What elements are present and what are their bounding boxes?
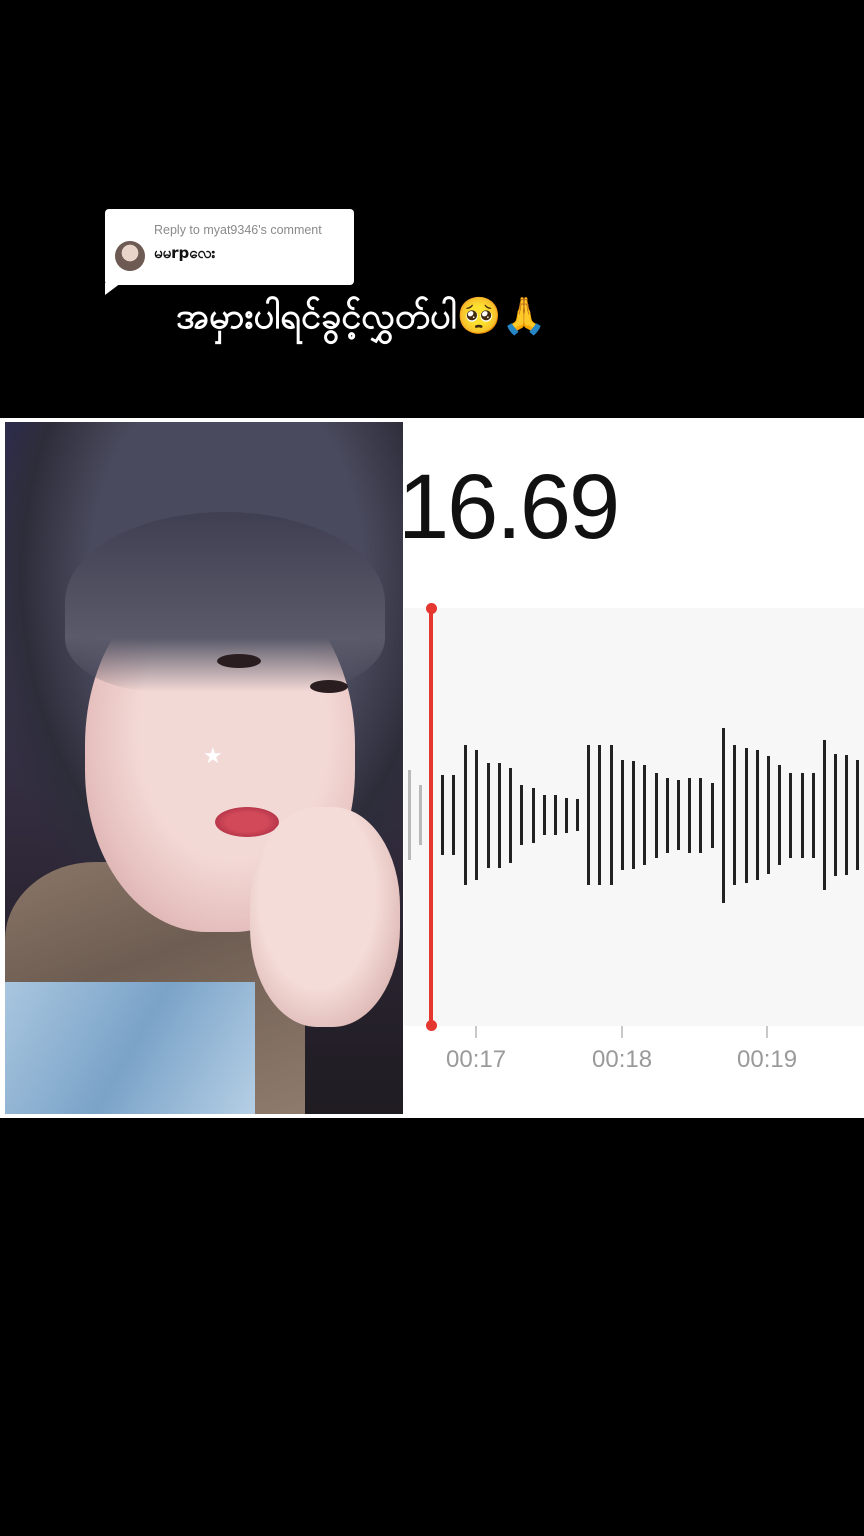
- waveform-bar: [778, 765, 781, 865]
- video-caption: အမှားပါရင်ခွင့်လွှတ်ပါ🥺🙏: [176, 296, 547, 337]
- waveform-bar: [408, 770, 411, 860]
- right-eye-shape: [310, 680, 348, 693]
- playhead-handle-top[interactable]: [426, 603, 437, 614]
- portrait-photo: ★: [5, 422, 403, 1114]
- waveform-bar: [565, 797, 568, 833]
- waveform-bar: [643, 765, 646, 865]
- bubble-tail: [105, 283, 121, 295]
- waveform-bar: [554, 795, 557, 835]
- waveform-bar: [587, 745, 590, 885]
- waveform-bar: [509, 767, 512, 863]
- waveform-bar: [419, 785, 422, 845]
- timeline-label: 00:18: [592, 1046, 653, 1073]
- waveform-bar: [688, 777, 691, 853]
- waveform-bar: [677, 780, 680, 850]
- lips-shape: [215, 807, 279, 837]
- waveform-bar: [598, 745, 601, 885]
- waveform-bar: [722, 727, 725, 903]
- waveform-bar: [610, 745, 613, 885]
- reply-comment-bubble[interactable]: Reply to myat9346's comment မမrpလေး: [105, 209, 354, 295]
- timeline-label: 00:17: [446, 1046, 507, 1073]
- waveform-bar: [498, 762, 501, 868]
- waveform-bar: [767, 756, 770, 874]
- waveform-bar: [543, 795, 546, 835]
- waveform-bar: [812, 772, 815, 858]
- star-sticker-icon: ★: [203, 744, 223, 769]
- waveform-bar: [711, 782, 714, 848]
- recording-timer: 16.69: [398, 456, 620, 558]
- waveform-bar: [801, 772, 804, 858]
- shirt-shape: [5, 982, 255, 1114]
- waveform-bar: [745, 747, 748, 883]
- avatar[interactable]: [115, 241, 145, 271]
- waveform-bar: [845, 755, 848, 875]
- timeline-tick: [475, 1026, 477, 1038]
- left-eye-shape: [217, 654, 261, 668]
- waveform-bar: [856, 760, 859, 870]
- waveform-bar: [789, 772, 792, 858]
- playhead-handle-bottom[interactable]: [426, 1020, 437, 1031]
- waveform-bar: [699, 777, 702, 853]
- waveform-bar: [733, 745, 736, 885]
- waveform-bar: [621, 760, 624, 870]
- waveform-bar: [464, 745, 467, 885]
- waveform-bar: [666, 777, 669, 853]
- waveform-bar: [532, 787, 535, 843]
- timeline-tick: [766, 1026, 768, 1038]
- waveform-bar: [834, 754, 837, 876]
- waveform-bar: [655, 772, 658, 858]
- waveform-bar: [823, 740, 826, 890]
- reply-header: Reply to myat9346's comment: [154, 223, 322, 237]
- waveform-bar: [475, 750, 478, 880]
- hand-shape: [250, 807, 400, 1027]
- waveform-bar: [632, 761, 635, 869]
- waveform-bar: [576, 799, 579, 831]
- waveform-bar: [487, 762, 490, 868]
- reply-username: မမrpလေး: [154, 244, 216, 262]
- timeline-tick: [621, 1026, 623, 1038]
- waveform-bar: [756, 750, 759, 880]
- waveform-bar: [441, 775, 444, 855]
- timeline-label: 00:19: [737, 1046, 798, 1073]
- playhead-line[interactable]: [429, 608, 433, 1026]
- waveform-bar: [452, 775, 455, 855]
- waveform-bar: [520, 785, 523, 845]
